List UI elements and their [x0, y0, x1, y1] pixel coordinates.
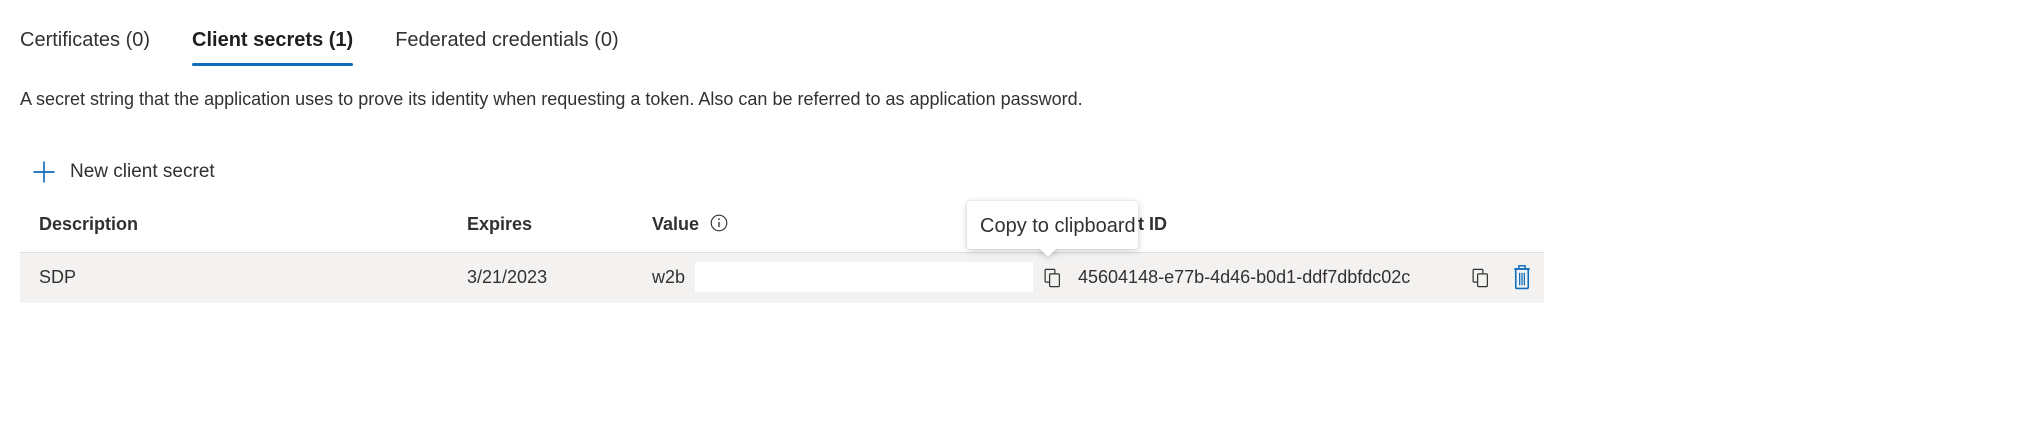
copy-value-icon[interactable] [1044, 268, 1062, 288]
info-icon[interactable] [710, 214, 728, 232]
column-header-value-label[interactable]: Value [652, 214, 699, 234]
delete-icon[interactable] [1513, 265, 1531, 290]
table-row: SDP 3/21/2023 w2b 45604148-e77b-4d46-b0d… [20, 252, 1544, 303]
copy-secret-id-icon[interactable] [1472, 268, 1490, 288]
column-header-description[interactable]: Description [39, 214, 138, 235]
secrets-table-header: Description Expires Value et ID [20, 205, 1544, 245]
column-header-expires[interactable]: Expires [467, 214, 532, 235]
tooltip-text: Copy to clipboard [980, 215, 1136, 237]
cell-expires: 3/21/2023 [467, 267, 548, 287]
cell-description: SDP [39, 267, 77, 287]
new-client-secret-button[interactable]: New client secret [32, 157, 215, 187]
redaction-box [695, 262, 1033, 292]
copy-tooltip: Copy to clipboard [967, 201, 1138, 257]
section-description: A secret string that the application use… [20, 89, 1083, 109]
plus-icon [33, 161, 55, 183]
cell-value: w2b [652, 267, 686, 287]
new-client-secret-label: New client secret [70, 161, 215, 182]
tab-federated-credentials[interactable]: Federated credentials (0) [395, 24, 618, 58]
column-header-value: Value [652, 214, 728, 235]
tab-bar: Certificates (0) Client secrets (1) Fede… [20, 24, 661, 68]
tab-certificates[interactable]: Certificates (0) [20, 24, 150, 58]
cell-secret-id: 45604148-e77b-4d46-b0d1-ddf7dbfdc02c [1078, 267, 1411, 287]
tab-client-secrets[interactable]: Client secrets (1) [192, 24, 354, 66]
